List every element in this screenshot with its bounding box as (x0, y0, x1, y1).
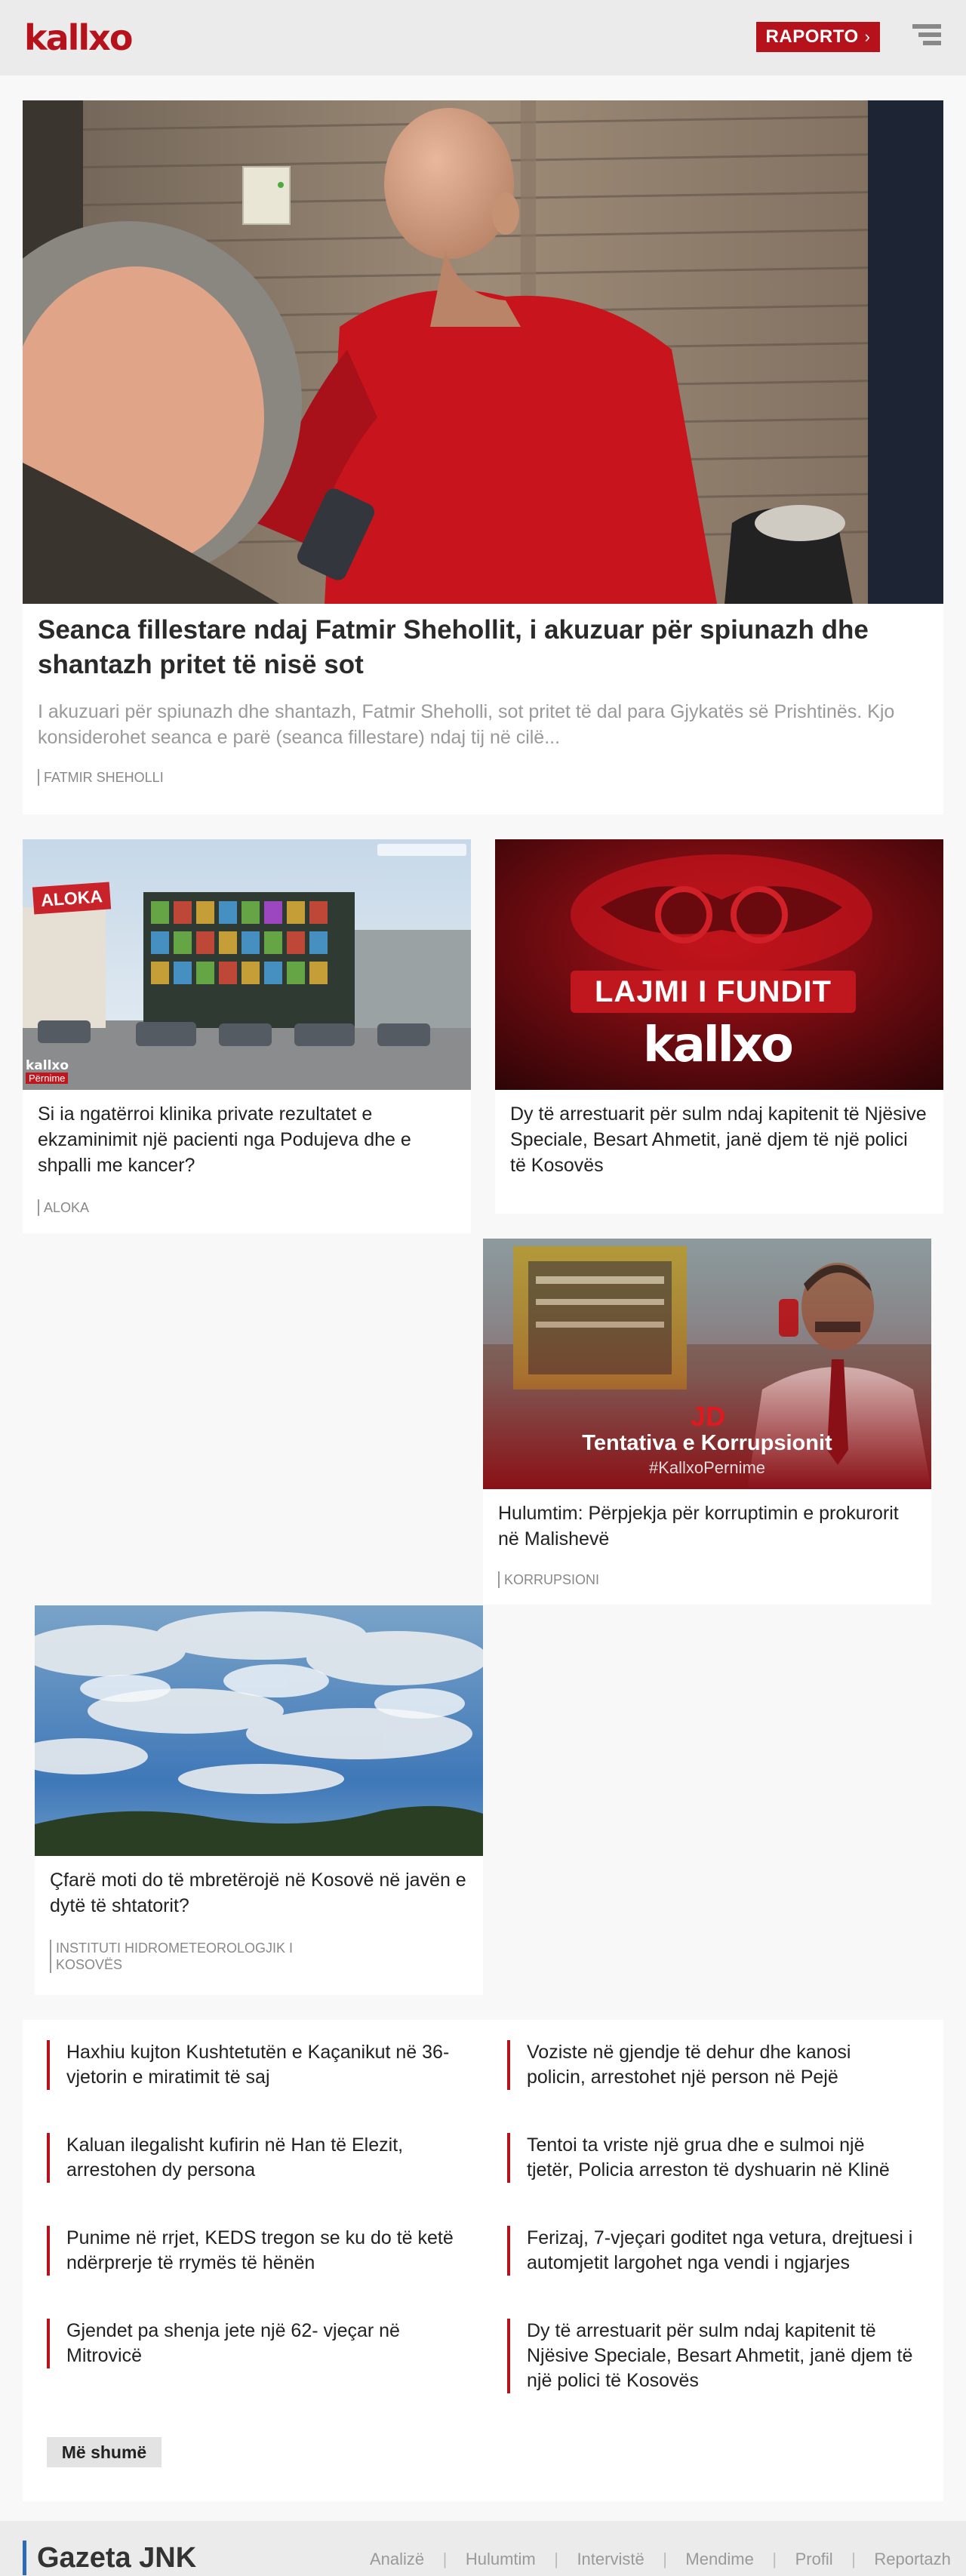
list-item[interactable]: Tentoi ta vriste një grua dhe e sulmoi n… (507, 2133, 915, 2183)
article-title-corruption[interactable]: Hulumtim: Përpjekja për korruptimin e pr… (498, 1500, 916, 1552)
nav-separator: | (851, 2550, 856, 2568)
lead-article-excerpt: I akuzuari për spiunazh dhe shantazh, Fa… (38, 701, 895, 748)
article-image-clinic[interactable] (23, 839, 471, 1090)
section-brand[interactable]: Gazeta JNK (23, 2541, 196, 2575)
article-tag-clinic[interactable]: ALOKA (38, 1199, 89, 1216)
nav-link-analize[interactable]: Analizë (370, 2550, 424, 2569)
list-item[interactable]: Ferizaj, 7-vjeçari goditet nga vetura, d… (507, 2226, 915, 2276)
section-footer: Gazeta JNK Analizë | Hulumtim | Intervis… (0, 2521, 966, 2576)
nav-separator: | (442, 2550, 448, 2568)
corruption-logo-mark: JD (691, 1401, 726, 1432)
nav-link-hulumtim[interactable]: Hulumtim (466, 2550, 536, 2569)
chevron-right-icon: › (864, 27, 871, 46)
nav-link-profil[interactable]: Profil (795, 2550, 833, 2569)
section-nav: Analizë | Hulumtim | Intervistë | Mendim… (370, 2550, 951, 2569)
corruption-image-hashtag: #KallxoPernime (648, 1458, 766, 1477)
article-title-arrests[interactable]: Dy të arrestuarit për sulm ndaj kapiteni… (510, 1101, 928, 1178)
list-item[interactable]: Haxhiu kujton Kushtetutën e Kaçanikut në… (47, 2040, 454, 2090)
article-title-weather[interactable]: Çfarë moti do të mbretërojë në Kosovë në… (50, 1867, 468, 1919)
nav-separator: | (663, 2550, 667, 2568)
breaking-news-banner: LAJMI I FUNDIT (571, 971, 856, 1013)
article-tag-weather[interactable]: INSTITUTI HIDROMETEOROLOGJIK I KOSOVËS (50, 1940, 321, 1973)
lead-article-image[interactable] (23, 100, 943, 604)
lead-article-tag[interactable]: FATMIR SHEHOLLI (38, 769, 164, 786)
site-logo[interactable]: kallxo (24, 15, 133, 60)
corruption-image-heading: Tentativa e Korrupsionit (582, 1431, 832, 1455)
list-item[interactable]: Voziste në gjendje të dehur dhe kanosi p… (507, 2040, 915, 2090)
more-button[interactable]: Më shumë (47, 2437, 162, 2467)
list-item[interactable]: Gjendet pa shenja jete një 62- vjeçar në… (47, 2319, 454, 2368)
nav-separator: | (554, 2550, 558, 2568)
article-image-weather[interactable] (35, 1605, 483, 1856)
nav-separator: | (772, 2550, 777, 2568)
list-item[interactable]: Punime në rrjet, KEDS tregon se ku do të… (47, 2226, 454, 2276)
site-header: kallxo RAPORTO › (0, 0, 966, 75)
article-title-clinic[interactable]: Si ia ngatërroi klinika private rezultat… (38, 1101, 456, 1178)
report-button-label: RAPORTO (765, 26, 859, 47)
breaking-news-logo: kallxo (643, 1017, 794, 1073)
article-tag-corruption[interactable]: KORRUPSIONI (498, 1571, 599, 1588)
nav-link-mendime[interactable]: Mendime (685, 2550, 753, 2569)
aloka-sign: ALOKA (32, 882, 112, 915)
nav-link-reportazh[interactable]: Reportazh (874, 2550, 951, 2569)
nav-link-interviste[interactable]: Intervistë (577, 2550, 644, 2569)
list-item[interactable]: Dy të arrestuarit për sulm ndaj kapiteni… (507, 2319, 915, 2393)
image-watermark-badge: Përnime (26, 1073, 69, 1084)
list-item[interactable]: Kaluan ilegalisht kufirin në Han të Elez… (47, 2133, 454, 2183)
report-button[interactable]: RAPORTO › (756, 22, 880, 52)
image-watermark-logo: kallxo (26, 1058, 69, 1073)
hamburger-menu-icon[interactable] (912, 24, 941, 50)
lead-article-title[interactable]: Seanca fillestare ndaj Fatmir Shehollit,… (38, 613, 928, 682)
